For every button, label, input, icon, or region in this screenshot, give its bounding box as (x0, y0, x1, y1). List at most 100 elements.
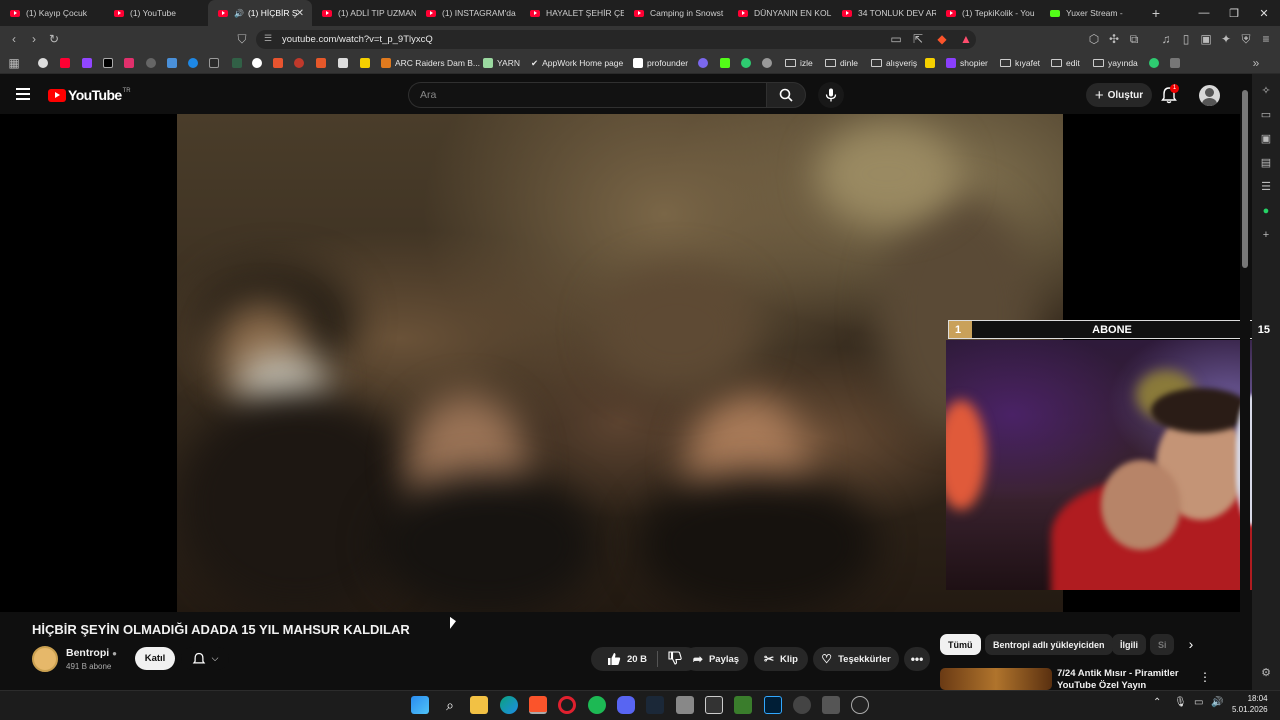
share-icon[interactable]: ⇱ (908, 26, 928, 52)
app-icon[interactable] (851, 696, 869, 714)
discord-icon[interactable] (617, 696, 635, 714)
site-settings-icon[interactable]: ☰ (264, 33, 272, 44)
browser-tab[interactable]: 34 TONLUK DEV AR (832, 0, 936, 26)
bookmark-folder[interactable]: izle (785, 56, 813, 70)
puzzle-icon[interactable]: ✣ (1104, 26, 1124, 52)
bookmark-icon[interactable] (316, 58, 326, 68)
browser-tab[interactable]: HAYALET ŞEHİR ÇEF (520, 0, 624, 26)
bookmark-icon[interactable] (232, 58, 242, 68)
share-button[interactable]: ➦ Paylaş (684, 647, 748, 671)
voice-search-button[interactable] (818, 82, 844, 108)
new-tab-button[interactable]: + (1144, 5, 1168, 21)
bookmark-icon[interactable] (698, 58, 708, 68)
kick-bookmark-icon[interactable] (720, 58, 730, 68)
cast-icon[interactable]: ▭ (886, 26, 906, 52)
bookmark-item[interactable]: profounder (633, 56, 688, 70)
back-icon[interactable]: ‹ (4, 26, 24, 52)
tray-overflow-icon[interactable]: ⌃ (1153, 697, 1161, 708)
bookmarks-sidebar-icon[interactable]: ▤ (1259, 156, 1273, 170)
chip-from-uploader[interactable]: Bentropi adlı yükleyiciden (985, 634, 1113, 655)
screenshot-icon[interactable]: ⧉ (1124, 26, 1144, 52)
browser-tab[interactable]: Yuxer Stream - (1040, 0, 1144, 26)
search-button[interactable] (766, 82, 806, 108)
bookmark-folder[interactable]: yayında (1093, 56, 1138, 70)
dislike-button[interactable] (668, 650, 682, 668)
account-avatar[interactable] (1199, 85, 1220, 106)
play-bookmark-icon[interactable] (188, 58, 198, 68)
channel-avatar[interactable] (32, 646, 58, 672)
create-button[interactable]: + Oluştur (1086, 83, 1152, 107)
browser-tab[interactable]: DÜNYANIN EN KOL (728, 0, 832, 26)
chip-related[interactable]: İlgili (1112, 634, 1146, 655)
chip-all[interactable]: Tümü (940, 634, 981, 655)
google-bookmark-icon[interactable] (38, 58, 48, 68)
history-sidebar-icon[interactable]: ☰ (1259, 180, 1273, 194)
calculator-icon[interactable] (676, 696, 694, 714)
more-bookmarks-icon[interactable]: » (1246, 52, 1266, 74)
hamburger-menu-icon[interactable] (16, 88, 30, 100)
channel-name[interactable]: Bentropi ● (66, 647, 117, 659)
edge-icon[interactable] (500, 696, 518, 714)
more-vertical-icon[interactable]: ⋮ (1199, 670, 1211, 684)
brave-icon[interactable] (529, 696, 547, 714)
bookmark-icon[interactable] (762, 58, 772, 68)
browser-tab[interactable]: Camping in Snowst (624, 0, 728, 26)
app-icon[interactable] (822, 696, 840, 714)
bookmark-icon[interactable] (252, 58, 262, 68)
wallet-sidebar-icon[interactable]: ▣ (1259, 132, 1273, 146)
brave-shields-icon[interactable]: ◆ (932, 26, 952, 52)
bookmark-icon[interactable] (273, 58, 283, 68)
bookmark-icon[interactable] (1170, 58, 1180, 68)
spotify-icon[interactable] (588, 696, 606, 714)
search-input[interactable]: Ara (408, 82, 766, 108)
youtube-bookmark-icon[interactable] (60, 58, 70, 68)
steam-icon[interactable] (646, 696, 664, 714)
whatsapp-icon[interactable]: ● (1259, 204, 1273, 218)
vpn-icon[interactable]: ⛨ (1236, 26, 1256, 52)
bookmark-icon[interactable] (1149, 58, 1159, 68)
recommendation-title[interactable]: 7/24 Antik Mısır - Piramitler YouTube Öz… (1057, 668, 1193, 690)
thanks-button[interactable]: ♡ Teşekkürler (813, 647, 899, 671)
leo-sidebar-icon[interactable]: ✧ (1259, 84, 1273, 98)
settings-gear-icon[interactable]: ⚙ (1259, 666, 1273, 680)
chevron-right-icon[interactable]: › (1181, 636, 1201, 654)
x-bookmark-icon[interactable] (103, 58, 113, 68)
browser-tab[interactable]: (1) YouTube (104, 0, 208, 26)
bookmark-folder[interactable]: dinle (825, 56, 858, 70)
bookmark-icon[interactable] (360, 58, 370, 68)
bookmark-icon[interactable] (925, 58, 935, 68)
reading-list-icon[interactable]: ▭ (1259, 108, 1273, 122)
speaker-icon[interactable]: 🔊 (234, 9, 244, 18)
extension-icon[interactable]: ⬡ (1084, 26, 1104, 52)
leo-icon[interactable]: ✦ (1216, 26, 1236, 52)
search-icon[interactable]: ⌕ (441, 696, 459, 714)
subscription-bell-button[interactable]: ⌵ (181, 647, 229, 670)
bookmark-folder[interactable]: edit (1051, 56, 1080, 70)
wallet-icon[interactable]: ▣ (1196, 26, 1216, 52)
video-player[interactable] (177, 114, 1063, 612)
bookmark-icon[interactable] (741, 58, 751, 68)
reload-icon[interactable]: ↻ (44, 26, 64, 52)
browser-tab-active[interactable]: 🔊 (1) HİÇBİR Ş ✕ (208, 0, 312, 26)
bookmark-icon[interactable] (338, 58, 348, 68)
notifications-button[interactable]: 1 (1160, 84, 1180, 106)
sidebar-icon[interactable]: ▯ (1176, 26, 1196, 52)
browser-tab[interactable]: (1) TepkiKolik - You (936, 0, 1040, 26)
bookmark-icon[interactable] (209, 58, 219, 68)
bookmark-item[interactable]: YARN (483, 56, 520, 70)
browser-tab[interactable]: (1) INSTAGRAM'da (416, 0, 520, 26)
app-icon[interactable] (793, 696, 811, 714)
photoshop-icon[interactable] (764, 696, 782, 714)
join-button[interactable]: Katıl (135, 647, 175, 670)
app-icon[interactable] (705, 696, 723, 714)
address-bar[interactable]: ☰ youtube.com/watch?v=t_p_9TlyxcQ (256, 30, 976, 49)
maximize-icon[interactable]: ❐ (1218, 0, 1250, 26)
clip-button[interactable]: ✂ Klip (754, 647, 808, 671)
apps-grid-icon[interactable]: ▦ (4, 52, 24, 74)
browser-menu-icon[interactable]: ≡ (1256, 26, 1276, 52)
file-explorer-icon[interactable] (470, 696, 488, 714)
close-tab-icon[interactable]: ✕ (296, 8, 304, 19)
display-tray-icon[interactable]: ▭ (1194, 697, 1203, 708)
microphone-tray-icon[interactable]: 🎙 (1174, 697, 1187, 708)
browser-tab[interactable]: (1) ADLİ TIP UZMAN (312, 0, 416, 26)
